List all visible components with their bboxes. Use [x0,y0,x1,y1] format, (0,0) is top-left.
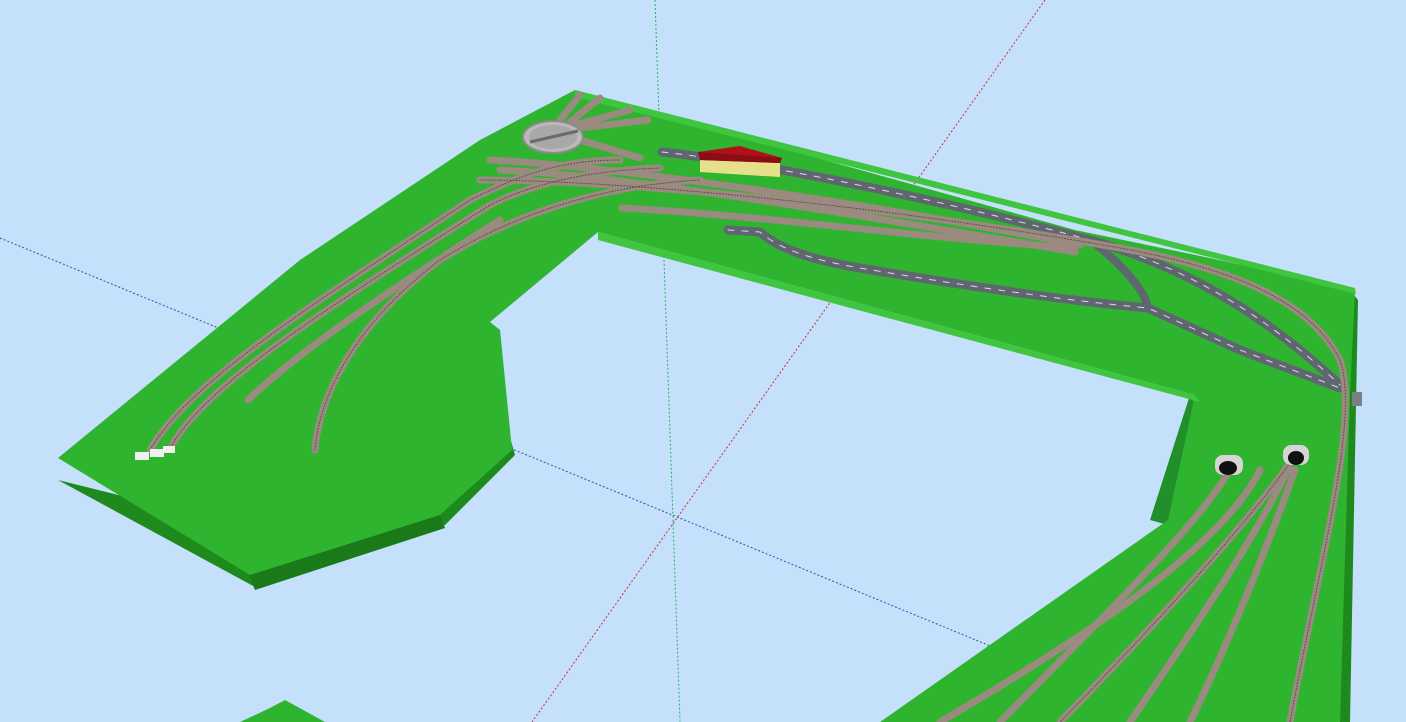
tunnel-portal-left[interactable] [1215,455,1243,475]
axis-green [654,0,681,722]
scene-canvas[interactable] [0,0,1406,722]
axis-lines [0,0,1046,722]
tunnel-portal-right[interactable] [1283,445,1309,465]
3d-viewport[interactable] [0,0,1406,722]
lower-baseboard-fragment [240,700,325,722]
road-end-marker [1352,392,1362,406]
turntable[interactable] [522,120,584,154]
